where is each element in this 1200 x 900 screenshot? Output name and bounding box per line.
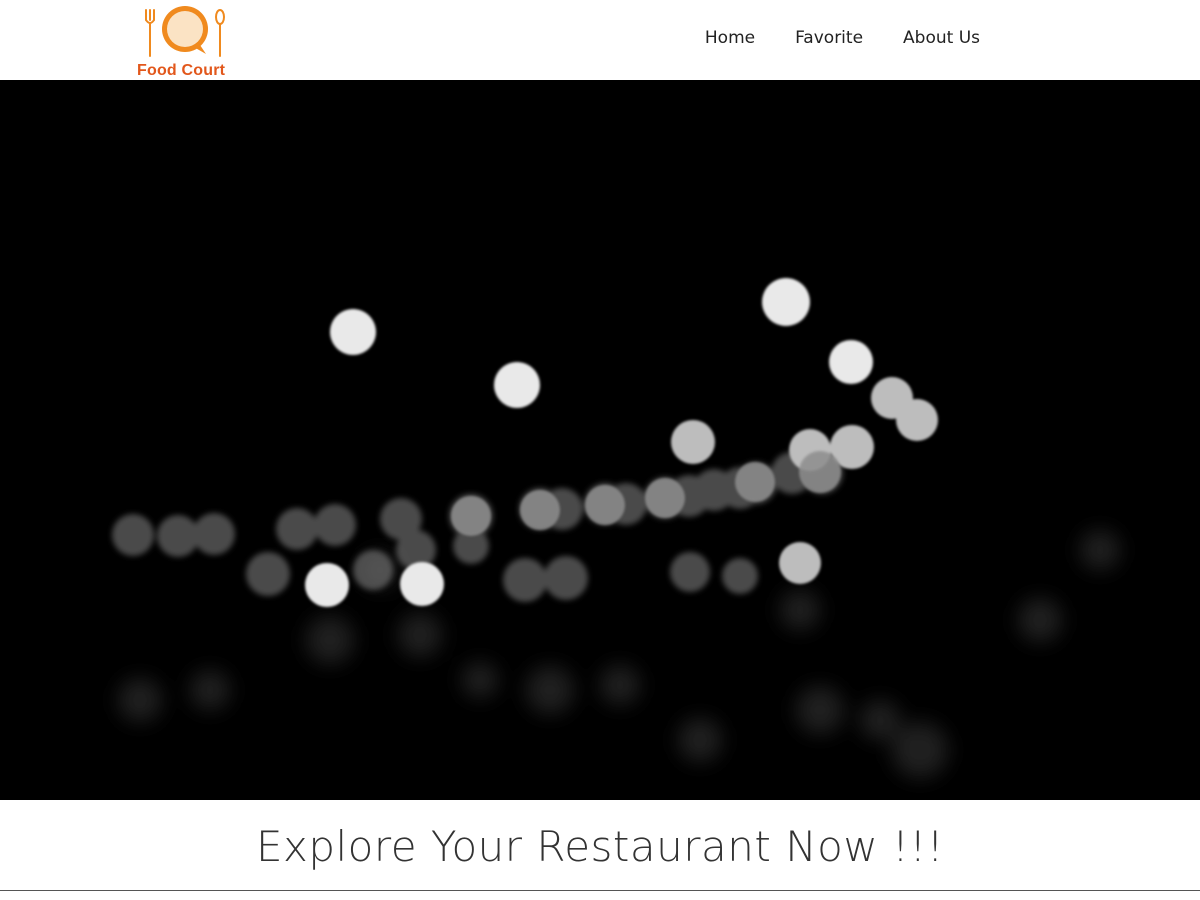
plate-fork-spoon-icon — [145, 6, 225, 57]
tagline-section: Explore Your Restaurant Now !!! — [0, 800, 1200, 891]
nav-favorite-link[interactable]: Favorite — [795, 28, 863, 48]
nav-home-link[interactable]: Home — [705, 28, 755, 48]
main-nav: Home Favorite About Us — [705, 28, 980, 48]
hero-banner — [0, 80, 1200, 800]
tagline-heading: Explore Your Restaurant Now !!! — [255, 822, 945, 871]
nav-about-us-link[interactable]: About Us — [903, 28, 980, 48]
site-logo[interactable]: Food Court — [120, 4, 250, 79]
logo-text: Food Court — [137, 62, 226, 79]
night-bokeh-lights-background — [0, 80, 1200, 800]
site-header: Food Court Home Favorite About Us — [0, 0, 1200, 80]
